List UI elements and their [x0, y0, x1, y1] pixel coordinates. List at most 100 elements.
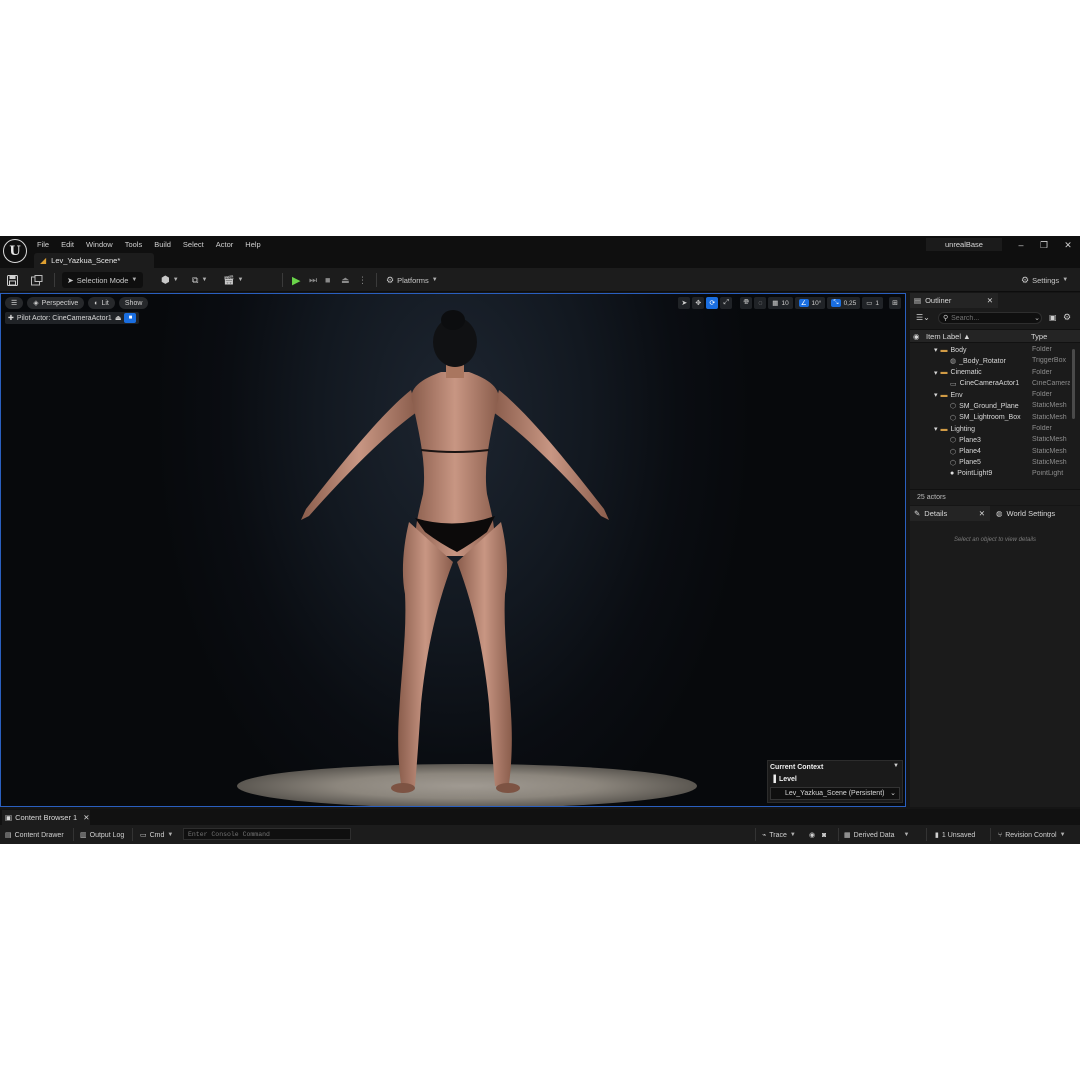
- rotate-tool-icon[interactable]: ⟳: [706, 297, 719, 309]
- derived-data-dropdown[interactable]: ▦ Derived Data ▼: [844, 829, 909, 841]
- camera-speed-button[interactable]: ▭ 1: [862, 297, 883, 309]
- lit-button[interactable]: ◐ Lit: [88, 297, 115, 309]
- menu-help[interactable]: Help: [245, 238, 266, 251]
- platforms-dropdown[interactable]: ⚙ Platforms ▼: [386, 272, 438, 288]
- outliner-header: ◉ Item Label ▲ Type: [910, 329, 1080, 343]
- outliner-row-env[interactable]: ▾ ▬ Env Folder: [910, 390, 1070, 401]
- perspective-button[interactable]: ◈ Perspective: [27, 297, 85, 309]
- unsaved-button[interactable]: ▮ 1 Unsaved: [935, 829, 975, 841]
- select-tool-icon[interactable]: ➤: [678, 297, 691, 309]
- visibility-eye-icon[interactable]: ◉: [913, 332, 920, 341]
- add-actor-button[interactable]: ⬢ ▼: [161, 272, 179, 288]
- derived-data-label: Derived Data: [853, 831, 895, 839]
- outliner-row-body[interactable]: ▾ ▬ Body Folder: [910, 345, 1070, 356]
- console-command-box[interactable]: [183, 828, 351, 840]
- chevron-down-icon: ▼: [167, 832, 174, 838]
- play-options-button[interactable]: ⋮: [358, 272, 367, 288]
- close-icon[interactable]: ✕: [979, 509, 985, 518]
- eject-button[interactable]: ⏏: [341, 272, 350, 288]
- rotation-snap-toggle[interactable]: ∠ 10°: [794, 297, 826, 309]
- column-type[interactable]: Type: [1031, 332, 1047, 341]
- row-type: CineCamera: [1032, 379, 1070, 387]
- status-divider: [926, 828, 927, 841]
- output-log-button[interactable]: ▥ Output Log: [80, 829, 124, 841]
- camera-lock-icon[interactable]: ■: [124, 313, 137, 323]
- gear-icon[interactable]: ⚙: [1063, 312, 1071, 323]
- cmd-dropdown[interactable]: ▭ Cmd ▼: [140, 829, 173, 841]
- chevron-down-icon: ▼: [131, 277, 138, 283]
- world-space-icon[interactable]: 🌐︎: [740, 297, 753, 309]
- level-viewport[interactable]: ☰ ◈ Perspective ◐ Lit Show ✚ Pilot Actor…: [0, 293, 906, 807]
- menu-tools[interactable]: Tools: [125, 238, 149, 251]
- menu-file[interactable]: File: [37, 238, 55, 251]
- scale-snap-toggle[interactable]: ⤡ 0,25: [827, 297, 861, 309]
- folder-icon: ▬: [940, 425, 948, 433]
- outliner-row-ground-plane[interactable]: ⬡ SM_Ground_Plane StaticMesh: [910, 401, 1070, 412]
- row-label: Lighting: [950, 425, 976, 433]
- outliner-row-plane5[interactable]: ⬡ Plane5 StaticMesh: [910, 458, 1070, 469]
- outliner-row-plane3[interactable]: ⬡ Plane3 StaticMesh: [910, 435, 1070, 446]
- outliner-search[interactable]: ⚲ ⌄: [938, 312, 1042, 324]
- cinematics-button[interactable]: 🎬︎ ▼: [223, 272, 243, 288]
- content-browser-tab[interactable]: ▣ Content Browser 1 ✕: [2, 810, 90, 825]
- menu-build[interactable]: Build: [154, 238, 177, 251]
- selection-mode-dropdown[interactable]: ➤ Selection Mode ▼: [62, 272, 143, 288]
- close-icon[interactable]: ✕: [83, 813, 89, 822]
- settings-dropdown[interactable]: ⚙ Settings ▼: [1021, 272, 1068, 288]
- translate-tool-icon[interactable]: ✥: [692, 297, 705, 309]
- close-icon[interactable]: ✕: [987, 296, 993, 305]
- chevron-down-icon[interactable]: ▼: [893, 763, 899, 769]
- screenshot-button[interactable]: ◙: [822, 829, 826, 841]
- viewport-layout-icon[interactable]: ⊞: [889, 297, 901, 309]
- outliner-row-plane4[interactable]: ⬡ Plane4 StaticMesh: [910, 447, 1070, 458]
- character-model[interactable]: [1, 294, 906, 807]
- grid-snap-toggle[interactable]: ▦ 10: [768, 297, 793, 309]
- save-icon[interactable]: [7, 272, 18, 288]
- record-button[interactable]: ◉: [809, 829, 815, 841]
- outliner-tab[interactable]: ▤ Outliner ✕: [910, 293, 998, 308]
- column-item-label[interactable]: Item Label ▲: [926, 332, 971, 341]
- outliner-row-body-rotator[interactable]: ◍ _Body_Rotator TriggerBox: [910, 356, 1070, 367]
- status-divider: [990, 828, 991, 841]
- show-button[interactable]: Show: [118, 297, 149, 309]
- level-select[interactable]: Lev_Yazkua_Scene (Persistent) ⌄: [770, 787, 900, 800]
- play-button[interactable]: ▶: [292, 272, 300, 288]
- minimize-icon[interactable]: –: [1014, 239, 1028, 251]
- outliner-row-cinecamera[interactable]: ▭ CineCameraActor1 CineCamera: [910, 379, 1070, 390]
- menu-select[interactable]: Select: [183, 238, 210, 251]
- surface-snap-icon[interactable]: ◌: [754, 297, 767, 309]
- console-command-input[interactable]: [184, 831, 344, 838]
- scale-tool-icon[interactable]: ⤢: [720, 297, 733, 309]
- revision-control-dropdown[interactable]: ⑂ Revision Control ▼: [998, 829, 1066, 841]
- outliner-row-pointlight9[interactable]: ● PointLight9 PointLight: [910, 469, 1070, 480]
- static-mesh-icon: ⬡: [950, 459, 957, 467]
- world-settings-tab[interactable]: ◍ World Settings: [992, 506, 1080, 521]
- outliner-tab-label: Outliner: [925, 296, 952, 305]
- menu-window[interactable]: Window: [86, 238, 119, 251]
- stop-button[interactable]: ■: [325, 272, 330, 288]
- outliner-row-lightroom-box[interactable]: ⬡ SM_Lightroom_Box StaticMesh: [910, 413, 1070, 424]
- menu-edit[interactable]: Edit: [61, 238, 80, 251]
- level-document-tab[interactable]: ◢ Lev_Yazkua_Scene*: [34, 253, 154, 268]
- outliner-search-input[interactable]: [951, 314, 1032, 322]
- blueprints-button[interactable]: ⧉ ▼: [192, 272, 207, 288]
- current-context-panel: Current Context ▼ ▐ Level Lev_Yazkua_Sce…: [767, 760, 903, 803]
- menu-actor[interactable]: Actor: [216, 238, 240, 251]
- content-drawer-button[interactable]: ▤ Content Drawer: [5, 829, 64, 841]
- trace-dropdown[interactable]: ⌁ Trace ▼: [762, 829, 796, 841]
- restore-icon[interactable]: ❐: [1037, 239, 1051, 251]
- add-folder-icon[interactable]: ▣: [1049, 313, 1057, 322]
- content-browse-icon[interactable]: [31, 272, 43, 288]
- outliner-row-cinematic[interactable]: ▾ ▬ Cinematic Folder: [910, 368, 1070, 379]
- screenshot-icon: ◙: [822, 831, 827, 839]
- unreal-logo-icon[interactable]: U: [3, 239, 27, 263]
- details-tab[interactable]: ✎ Details ✕: [910, 506, 990, 521]
- close-icon[interactable]: ✕: [1061, 239, 1075, 251]
- step-button[interactable]: ⏭: [309, 272, 317, 288]
- blueprint-icon: ⧉: [192, 274, 199, 285]
- filter-icon[interactable]: ☰⌄: [916, 313, 930, 322]
- viewport-menu-button[interactable]: ☰: [5, 297, 24, 309]
- eject-pilot-icon[interactable]: ⏏: [115, 314, 122, 322]
- outliner-scrollbar[interactable]: [1072, 349, 1075, 419]
- outliner-row-lighting[interactable]: ▾ ▬ Lighting Folder: [910, 424, 1070, 435]
